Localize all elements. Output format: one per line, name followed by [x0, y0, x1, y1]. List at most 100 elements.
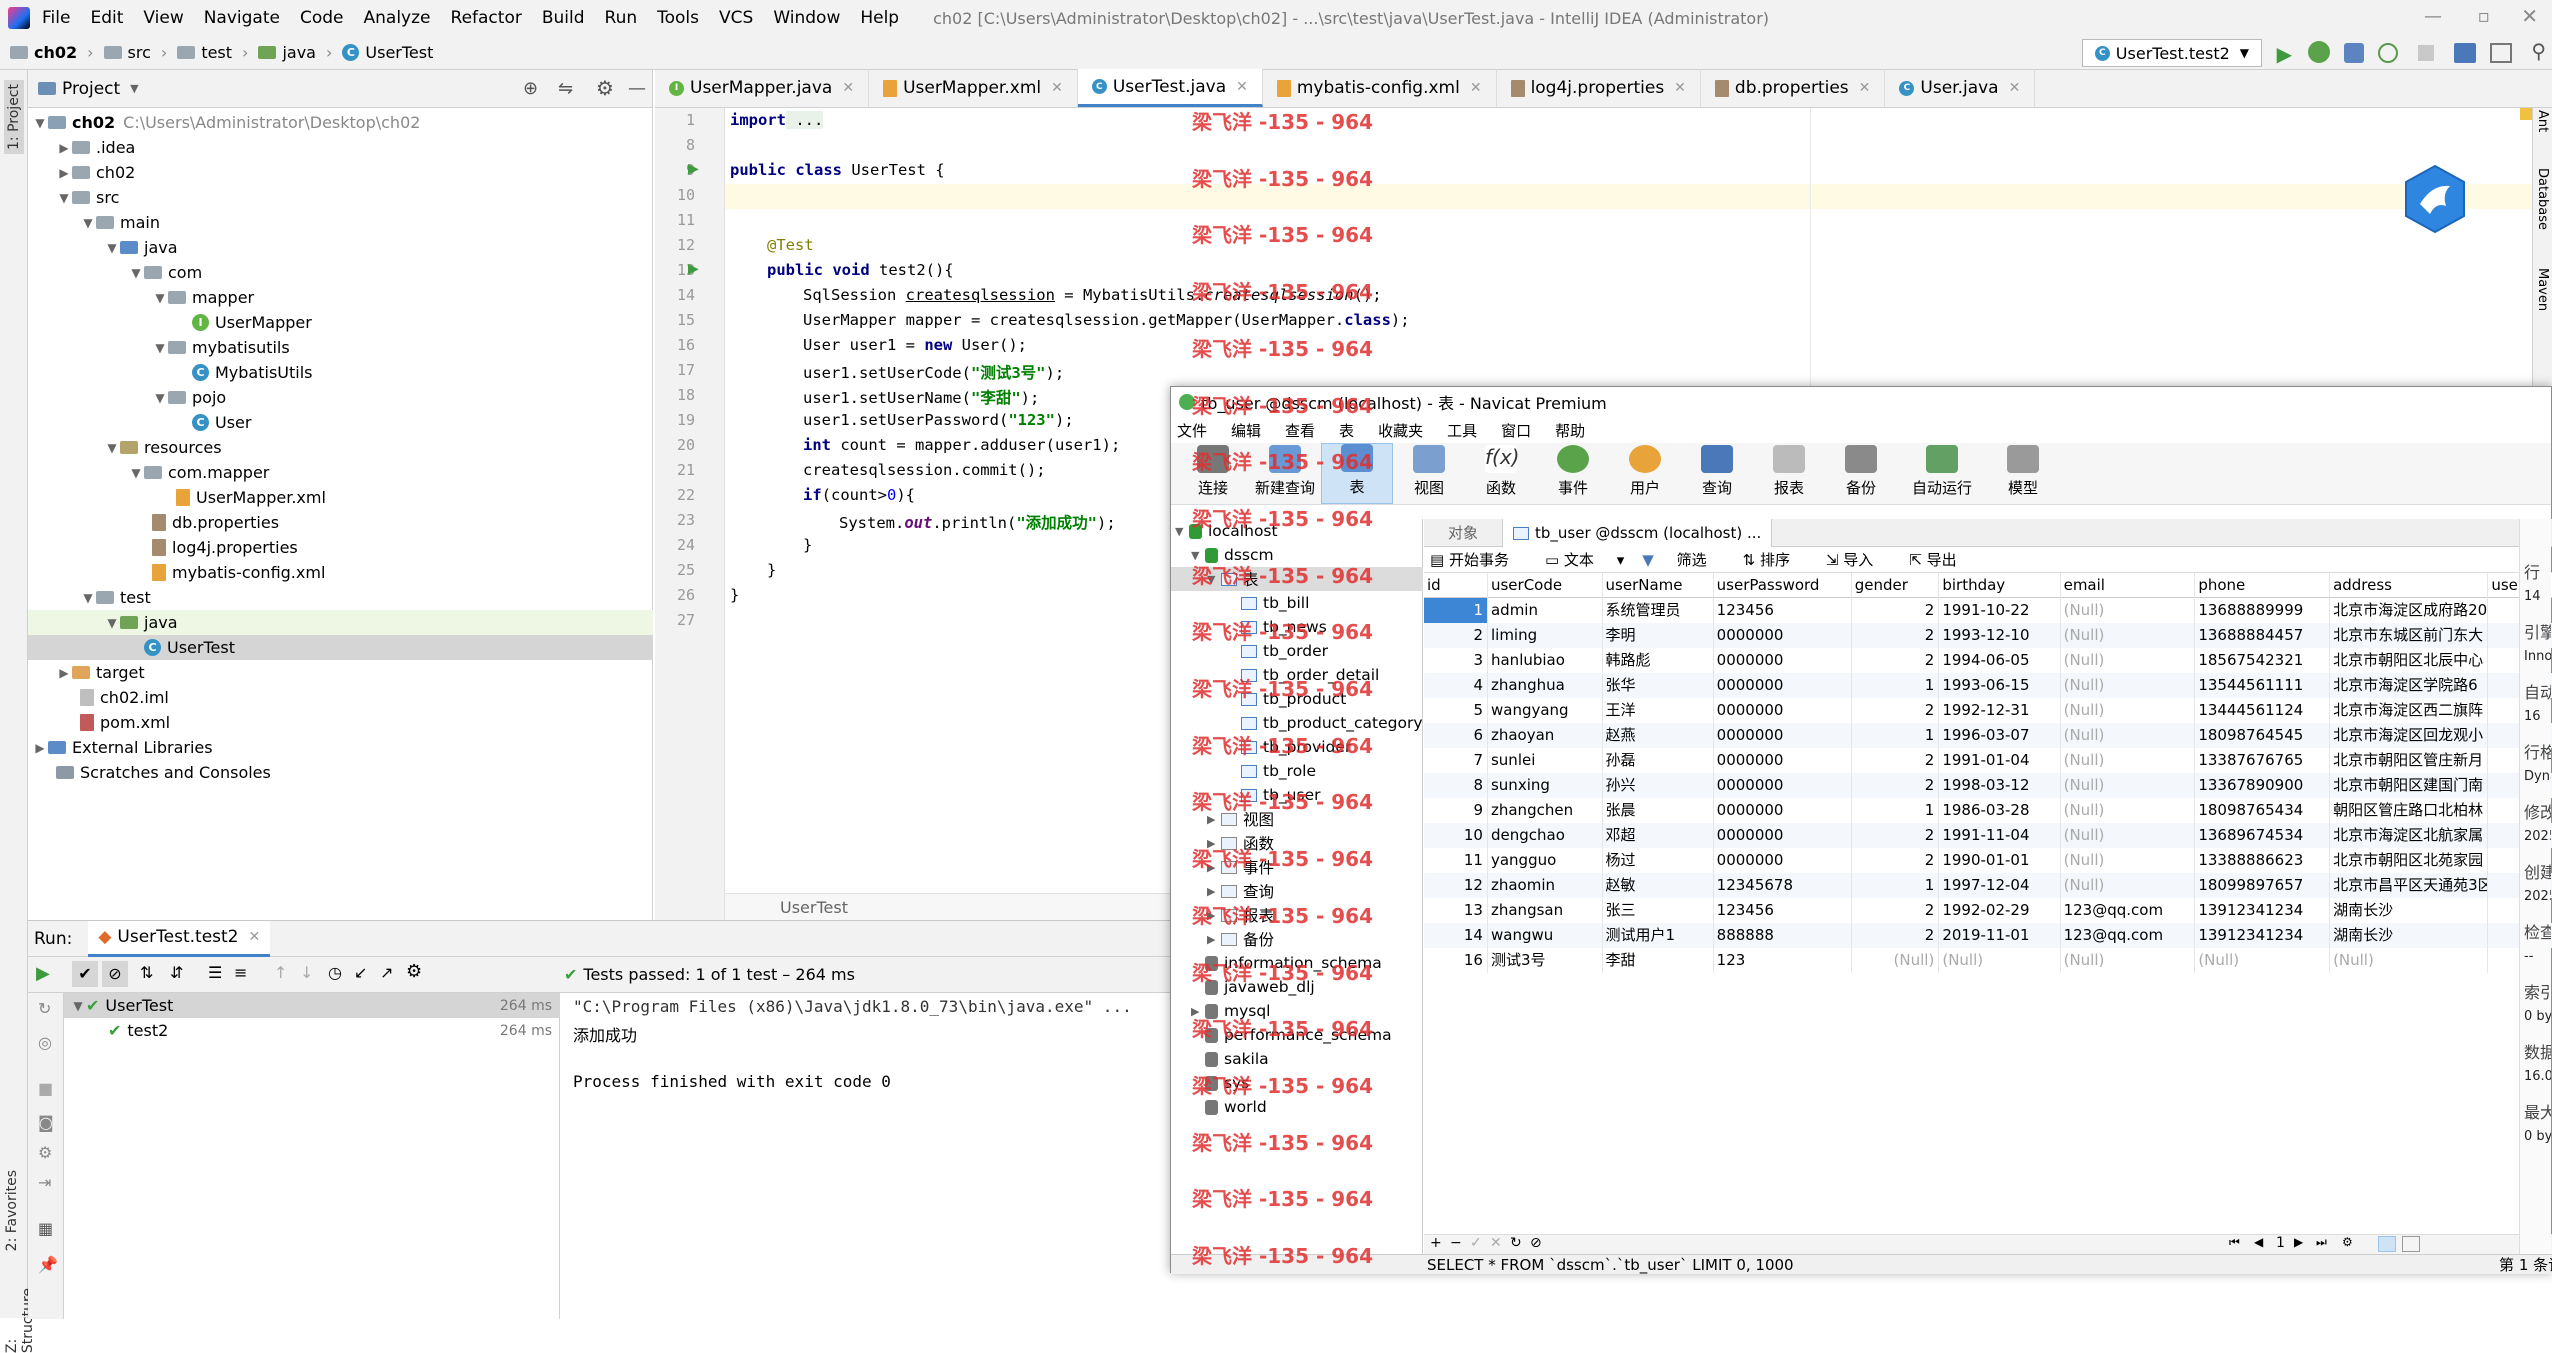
column-header-id[interactable]: id: [1424, 573, 1488, 598]
nv-menu-file[interactable]: 文件: [1177, 420, 1207, 441]
show-ignored-icon[interactable]: ⊘: [102, 961, 128, 987]
delete-record-button[interactable]: −: [1450, 1235, 1462, 1251]
history-icon[interactable]: ◷: [328, 963, 342, 982]
table-cell[interactable]: 张晨: [1603, 798, 1714, 823]
minimize-button[interactable]: —: [2424, 6, 2442, 27]
table-cell[interactable]: 2: [1852, 623, 1940, 648]
table-cell[interactable]: 1: [1852, 673, 1940, 698]
table-row[interactable]: 13 zhangsan 张三 123456 2 1992-02-29 123@qq.com 1…: [1424, 898, 2552, 923]
add-record-button[interactable]: +: [1430, 1235, 1442, 1251]
menu-view[interactable]: View: [143, 8, 183, 28]
breadcrumb-test[interactable]: test: [177, 43, 232, 62]
table-cell[interactable]: 1: [1852, 723, 1940, 748]
menu-window[interactable]: Window: [773, 8, 840, 28]
menu-edit[interactable]: Edit: [90, 8, 123, 28]
next-page-button[interactable]: ▶: [2294, 1235, 2303, 1249]
table-cell[interactable]: 0000000: [1714, 748, 1852, 773]
column-header-userCode[interactable]: userCode: [1488, 573, 1603, 598]
table-cell[interactable]: 北京市朝阳区管庄新月: [2330, 748, 2489, 773]
tree-item-test[interactable]: ▼ test: [28, 585, 653, 610]
run-icon[interactable]: ▶: [2277, 42, 2292, 66]
table-cell[interactable]: 13388886623: [2195, 848, 2331, 873]
tree-item-usermapper-xml[interactable]: UserMapper.xml: [28, 485, 653, 510]
table-cell[interactable]: 朝阳区管庄路口北柏林: [2330, 798, 2489, 823]
table-cell[interactable]: 2: [1852, 748, 1940, 773]
tree-item-pojo[interactable]: ▼ pojo: [28, 385, 653, 410]
tree-item-resources[interactable]: ▼ resources: [28, 435, 653, 460]
tree-item-user[interactable]: C User: [28, 410, 653, 435]
menu-build[interactable]: Build: [542, 8, 585, 28]
table-cell[interactable]: 2: [1852, 773, 1940, 798]
tab-usertest-java[interactable]: C UserTest.java ✕: [1077, 69, 1263, 107]
table-cell[interactable]: 0000000: [1714, 798, 1852, 823]
close-tab-icon[interactable]: ✕: [1236, 79, 1248, 95]
table-cell[interactable]: 12345678: [1714, 873, 1852, 898]
table-cell[interactable]: 北京市朝阳区北苑家园: [2330, 848, 2489, 873]
close-tab-icon[interactable]: ✕: [1470, 80, 1482, 96]
tab-mybatis-config[interactable]: mybatis-config.xml ✕: [1263, 69, 1497, 107]
table-cell[interactable]: 北京市海淀区西二旗阵: [2330, 698, 2489, 723]
tree-item-ch02-root[interactable]: ▼ ch02 C:\Users\Administrator\Desktop\ch02: [28, 110, 653, 135]
table-cell[interactable]: 孙兴: [1603, 773, 1714, 798]
table-cell[interactable]: 123: [1714, 948, 1852, 973]
debug-icon[interactable]: [2308, 41, 2330, 63]
run-gutter-icon[interactable]: ▶: [688, 161, 699, 177]
text-button[interactable]: ▭ 文本 ▾: [1545, 549, 1624, 570]
table-cell[interactable]: 孙磊: [1603, 748, 1714, 773]
tree-item-external-libraries[interactable]: ▶ External Libraries: [28, 735, 653, 760]
table-cell[interactable]: 2: [1852, 923, 1940, 948]
table-cell[interactable]: 北京市海淀区学院路6: [2330, 673, 2489, 698]
table-cell[interactable]: 18098765434: [2195, 798, 2331, 823]
tab-log4j-properties[interactable]: log4j.properties ✕: [1497, 69, 1701, 107]
project-panel-title[interactable]: Project: [62, 79, 120, 99]
tree-item-src[interactable]: ▼ src: [28, 185, 653, 210]
table-cell[interactable]: 北京市海淀区回龙观小: [2330, 723, 2489, 748]
table-cell[interactable]: 16: [1424, 948, 1488, 973]
column-header-address[interactable]: address: [2330, 573, 2489, 598]
sort-alpha-icon[interactable]: ⇅: [140, 963, 153, 982]
backup-button[interactable]: 备份: [1825, 445, 1897, 504]
tab-db-properties[interactable]: db.properties ✕: [1701, 69, 1886, 107]
stop-icon[interactable]: ■: [38, 1079, 53, 1098]
tree-item-mybatisutils-class[interactable]: C MybatisUtils: [28, 360, 653, 385]
table-cell[interactable]: (Null): [2061, 798, 2196, 823]
table-cell[interactable]: 1991-01-04: [1939, 748, 2061, 773]
bird-app-widget[interactable]: [2402, 164, 2468, 234]
sort-button[interactable]: ⇅ 排序: [1743, 549, 1808, 570]
warning-icon[interactable]: [2520, 108, 2532, 120]
table-cell[interactable]: (Null): [2061, 698, 2196, 723]
table-cell[interactable]: 测试3号: [1488, 948, 1603, 973]
close-button[interactable]: ✕: [2521, 4, 2538, 28]
table-cell[interactable]: 北京市海淀区成府路20: [2330, 598, 2489, 623]
table-cell[interactable]: 6: [1424, 723, 1488, 748]
table-cell[interactable]: zhaoyan: [1488, 723, 1603, 748]
menu-analyze[interactable]: Analyze: [364, 8, 431, 28]
table-row[interactable]: 1 admin 系统管理员 123456 2 1991-10-22 (Null) 136888…: [1424, 598, 2552, 623]
column-header-phone[interactable]: phone: [2195, 573, 2331, 598]
tree-item-mybatis-config[interactable]: mybatis-config.xml: [28, 560, 653, 585]
prev-page-button[interactable]: ◀: [2254, 1235, 2263, 1249]
table-cell[interactable]: (Null): [1852, 948, 1940, 973]
model-button[interactable]: 模型: [1987, 445, 2059, 504]
export-icon[interactable]: ↗: [380, 963, 393, 982]
discard-button[interactable]: ✕: [1490, 1235, 1502, 1251]
table-row[interactable]: 6 zhaoyan 赵燕 0000000 1 1996-03-07 (Null) 180987…: [1424, 723, 2552, 748]
table-cell[interactable]: 1993-06-15: [1939, 673, 2061, 698]
table-cell[interactable]: 2: [1852, 648, 1940, 673]
locate-icon[interactable]: ⊕: [523, 78, 538, 99]
toggle-autotest-icon[interactable]: ◎: [38, 1033, 52, 1052]
table-cell[interactable]: 11: [1424, 848, 1488, 873]
table-cell[interactable]: 5: [1424, 698, 1488, 723]
table-cell[interactable]: 13444561124: [2195, 698, 2331, 723]
nv-menu-window[interactable]: 窗口: [1501, 420, 1531, 441]
rerun-failed-icon[interactable]: ↻: [38, 999, 51, 1018]
table-cell[interactable]: 1992-02-29: [1939, 898, 2061, 923]
breadcrumb-src[interactable]: src: [103, 43, 151, 62]
table-cell[interactable]: 王洋: [1603, 698, 1714, 723]
table-cell[interactable]: 123@qq.com: [2061, 898, 2196, 923]
tree-item-ch02[interactable]: ▶ ch02: [28, 160, 653, 185]
next-failed-icon[interactable]: ↓: [300, 963, 313, 982]
table-cell[interactable]: zhangsan: [1488, 898, 1603, 923]
profile-icon[interactable]: [2378, 43, 2398, 63]
project-structure-icon[interactable]: [2454, 43, 2476, 63]
